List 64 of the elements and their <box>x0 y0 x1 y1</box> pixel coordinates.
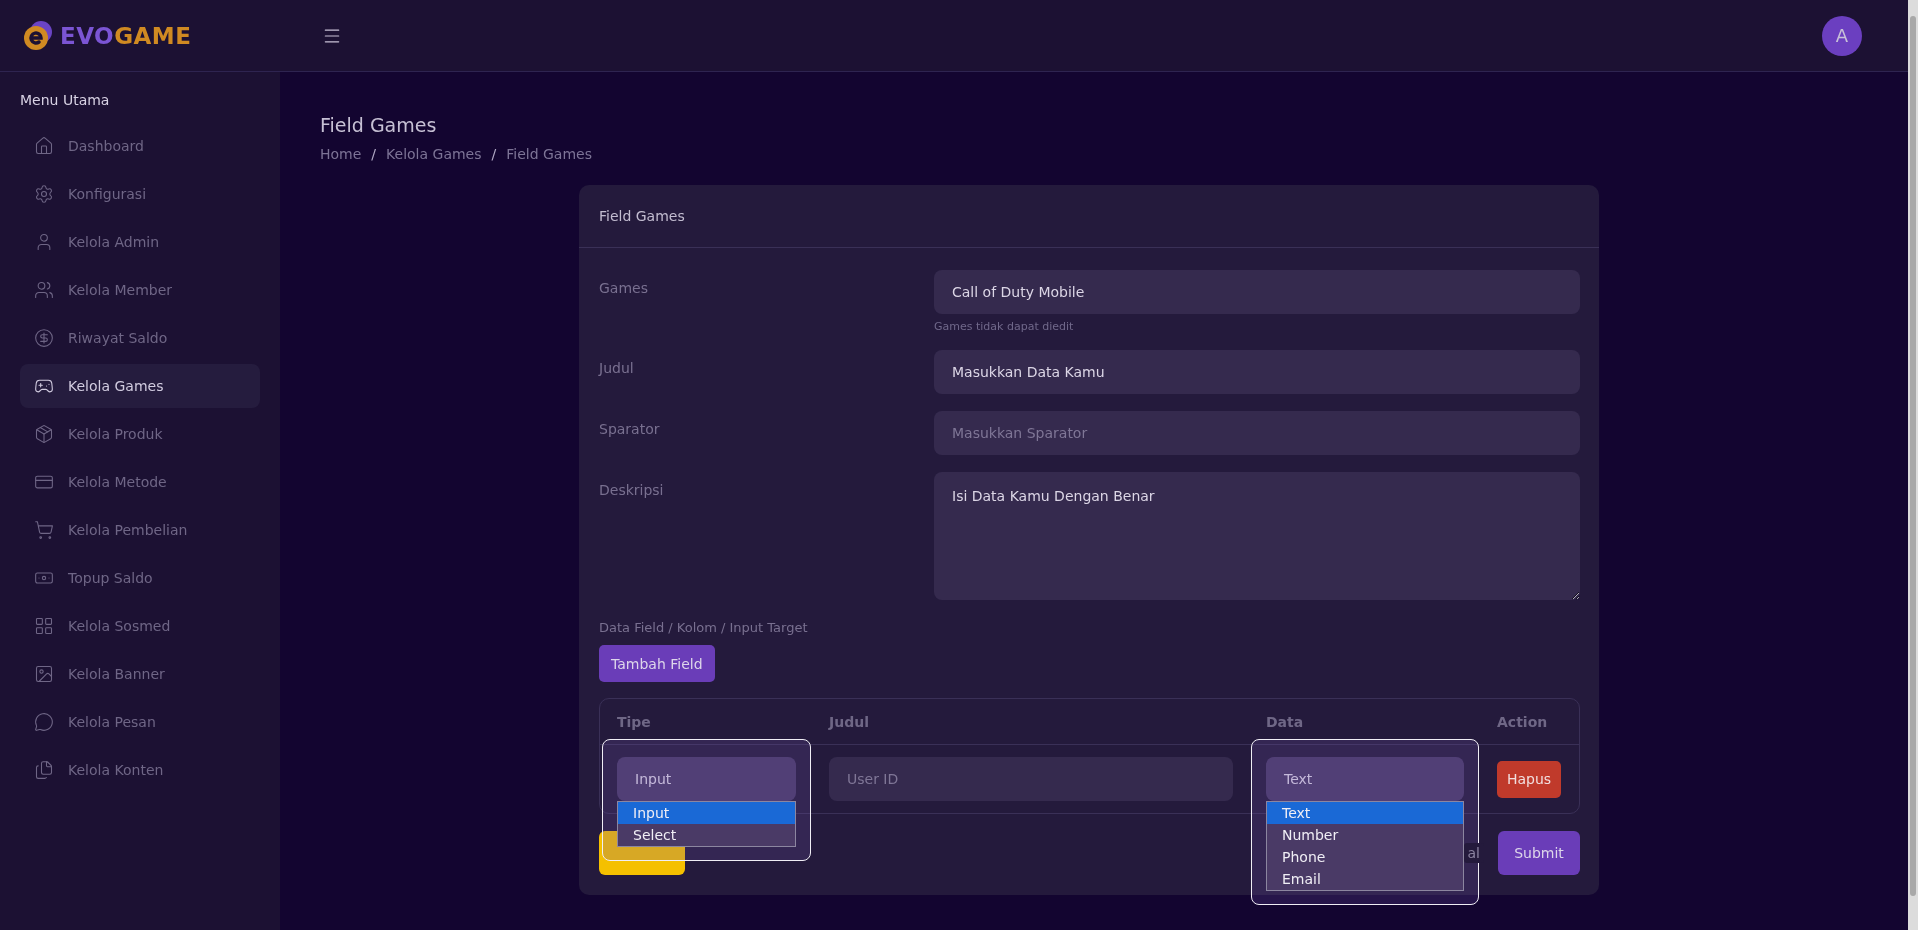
input-field[interactable]: User ID <box>829 757 1233 801</box>
logo-text: GAME <box>114 22 192 49</box>
house-icon <box>34 136 54 156</box>
sidebar-item[interactable]: Kelola Pesan <box>20 700 260 744</box>
box-icon <box>34 424 54 444</box>
logo-text: EVO <box>60 22 115 49</box>
select-field[interactable]: Text <box>1266 757 1464 801</box>
add-field-button[interactable]: Tambah Field <box>599 645 715 682</box>
submit-button[interactable]: Submit <box>1498 831 1580 875</box>
input-field[interactable]: Masukkan Sparator <box>934 411 1580 455</box>
breadcrumb-link[interactable]: Kelola Games <box>386 146 482 162</box>
sidebar-item[interactable]: Kelola Member <box>20 268 260 312</box>
column-header: Action <box>1496 713 1549 730</box>
sidebar-item[interactable]: Dashboard <box>20 124 260 168</box>
breadcrumb-link[interactable]: Home <box>320 146 362 162</box>
input-field[interactable]: Call of Duty Mobile <box>934 270 1580 314</box>
breadcrumb-link[interactable]: Field Games <box>506 146 592 162</box>
dropdown-option[interactable]: Number <box>1267 824 1463 846</box>
documents-icon <box>34 760 54 780</box>
column-header: Data <box>1265 713 1305 730</box>
breadcrumb-separator: / <box>491 146 497 162</box>
input-field[interactable]: Masukkan Data Kamu <box>934 350 1580 394</box>
dropdown-option[interactable]: Email <box>1267 868 1463 890</box>
column-header: Tipe <box>616 713 652 730</box>
users-icon <box>34 280 54 300</box>
chat-bubble-icon <box>34 712 54 732</box>
section-label: Data Field / Kolom / Input Target <box>599 620 809 635</box>
page-title: Field Games <box>320 114 438 136</box>
cart-icon <box>34 520 54 540</box>
sidebar-item[interactable]: Kelola Sosmed <box>20 604 260 648</box>
logo-icon <box>22 19 54 52</box>
sidebar-item[interactable]: Riwayat Saldo <box>20 316 260 360</box>
settings-icon <box>34 184 54 204</box>
sidebar-item[interactable]: Kelola Banner <box>20 652 260 696</box>
dropdown-option[interactable]: Text <box>1267 802 1463 824</box>
sidebar-item[interactable]: Kelola Produk <box>20 412 260 456</box>
sidebar-item[interactable]: Topup Saldo <box>20 556 260 600</box>
sidebar-item[interactable]: Kelola Admin <box>20 220 260 264</box>
delete-button[interactable]: Hapus <box>1497 760 1562 798</box>
select-field[interactable]: Input <box>617 757 796 801</box>
sidebar-item[interactable]: Kelola Konten <box>20 748 260 792</box>
avatar[interactable]: A <box>1822 15 1862 56</box>
sidebar-item[interactable]: Kelola Pembelian <box>20 508 260 552</box>
scrollbar-thumb[interactable] <box>1910 16 1916 896</box>
help-text: Games tidak dapat diedit <box>934 320 1075 333</box>
sidebar-item[interactable]: Kelola Games <box>20 364 260 408</box>
field-label: Deskripsi <box>599 481 665 500</box>
image-icon <box>34 664 54 684</box>
column-header: Judul <box>827 713 870 730</box>
dropdown-option[interactable]: Select <box>618 824 795 846</box>
card-title: Field Games <box>599 208 685 224</box>
field-label: Sparator <box>599 420 661 439</box>
sidebar-heading: Menu Utama <box>20 92 111 108</box>
dollar-coin-icon <box>34 328 54 348</box>
dropdown-option[interactable]: Input <box>618 802 795 824</box>
field-label: Judul <box>599 359 635 378</box>
dropdown-option[interactable]: Phone <box>1267 846 1463 868</box>
grid-icon <box>34 616 54 636</box>
sidebar-item[interactable]: Kelola Metode <box>20 460 260 504</box>
breadcrumb-separator: / <box>371 146 377 162</box>
sidebar-item[interactable]: Konfigurasi <box>20 172 260 216</box>
scrollbar[interactable] <box>1908 0 1918 930</box>
field-label: Games <box>599 279 649 298</box>
textarea-field[interactable]: Isi Data Kamu Dengan Benar <box>934 472 1580 600</box>
